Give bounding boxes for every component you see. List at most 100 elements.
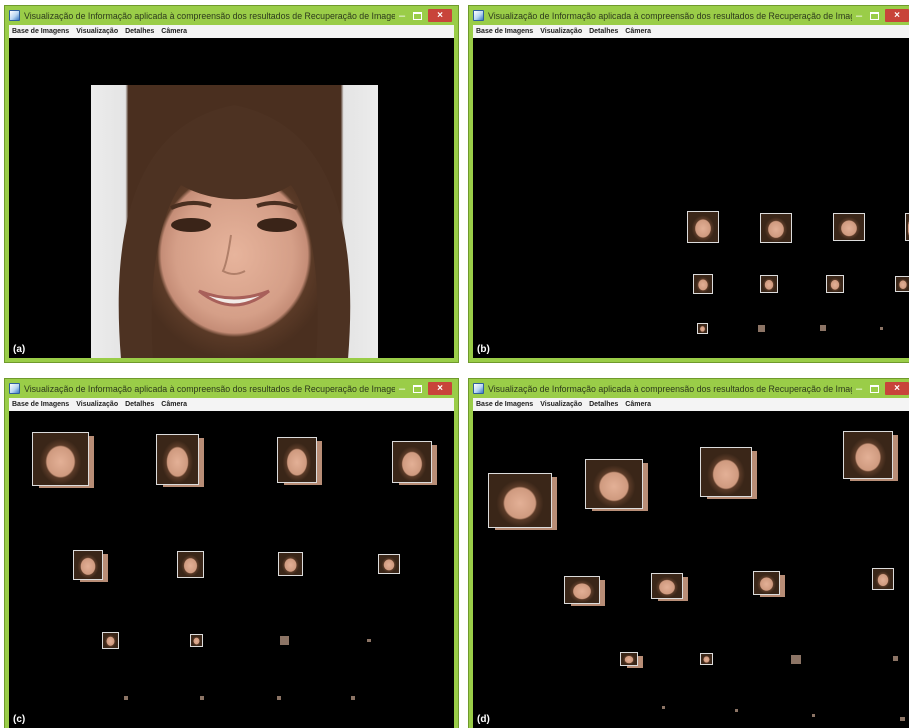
face-thumbnail-icon[interactable] <box>753 571 780 595</box>
window-title: Visualização de Informação aplicada à co… <box>488 10 852 21</box>
app-icon <box>473 383 484 394</box>
app-icon <box>473 10 484 21</box>
close-button[interactable]: × <box>428 9 452 22</box>
window-d: Visualização de Informação aplicada à co… <box>468 378 909 728</box>
menu-camera[interactable]: Câmera <box>625 401 651 408</box>
title-bar[interactable]: Visualização de Informação aplicada à co… <box>469 6 909 25</box>
face-thumbnail-icon[interactable] <box>905 213 909 241</box>
maximize-button[interactable] <box>870 11 879 20</box>
face-thumbnail-icon[interactable] <box>812 714 815 717</box>
face-thumbnail-icon[interactable] <box>880 327 883 330</box>
menu-bar: Base de Imagens Visualização Detalhes Câ… <box>473 398 909 411</box>
menu-base-de-imagens[interactable]: Base de Imagens <box>476 401 533 408</box>
maximize-button[interactable] <box>413 11 422 20</box>
face-thumbnail-icon[interactable] <box>697 323 708 334</box>
menu-detalhes[interactable]: Detalhes <box>589 28 618 35</box>
face-thumbnail-icon[interactable] <box>651 573 683 599</box>
close-button[interactable]: × <box>885 382 909 395</box>
minimize-button[interactable]: – <box>395 383 409 394</box>
face-thumbnail-icon[interactable] <box>190 634 203 647</box>
face-thumbnail-icon[interactable] <box>893 656 898 661</box>
panel-label: (a) <box>13 344 26 355</box>
window-title: Visualização de Informação aplicada à co… <box>24 10 395 21</box>
menu-bar: Base de Imagens Visualização Detalhes Câ… <box>9 398 454 411</box>
face-thumbnail-icon[interactable] <box>758 325 765 332</box>
title-bar[interactable]: Visualização de Informação aplicada à co… <box>5 379 458 398</box>
menu-detalhes[interactable]: Detalhes <box>125 401 154 408</box>
face-thumbnail-icon[interactable] <box>200 696 204 700</box>
face-thumbnail-icon[interactable] <box>277 696 281 700</box>
face-thumbnail-icon[interactable] <box>843 431 893 479</box>
face-thumbnail-icon[interactable] <box>585 459 643 509</box>
face-thumbnail-icon[interactable] <box>833 213 865 241</box>
menu-visualizacao[interactable]: Visualização <box>540 28 582 35</box>
face-thumbnail-icon[interactable] <box>124 696 128 700</box>
face-thumbnail-icon[interactable] <box>693 274 713 294</box>
face-thumbnail-icon[interactable] <box>177 551 204 578</box>
title-bar[interactable]: Visualização de Informação aplicada à co… <box>5 6 458 25</box>
face-thumbnail-icon[interactable] <box>760 213 792 243</box>
menu-detalhes[interactable]: Detalhes <box>589 401 618 408</box>
face-thumbnail-icon[interactable] <box>488 473 552 528</box>
face-thumbnail-icon[interactable] <box>277 437 317 483</box>
panel-label: (d) <box>477 714 490 725</box>
face-thumbnail-icon[interactable] <box>351 696 355 700</box>
face-thumbnail-icon[interactable] <box>73 550 103 580</box>
maximize-button[interactable] <box>413 384 422 393</box>
menu-base-de-imagens[interactable]: Base de Imagens <box>12 401 69 408</box>
close-button[interactable]: × <box>885 9 909 22</box>
visualization-canvas[interactable]: (d) <box>473 411 909 728</box>
face-thumbnail-icon[interactable] <box>791 655 801 664</box>
face-thumbnail-icon[interactable] <box>620 652 638 666</box>
face-thumbnail-icon[interactable] <box>872 568 894 590</box>
minimize-button[interactable]: – <box>852 10 866 21</box>
minimize-button[interactable]: – <box>852 383 866 394</box>
face-thumbnail-icon[interactable] <box>564 576 600 604</box>
minimize-button[interactable]: – <box>395 10 409 21</box>
face-features-icon <box>118 105 351 358</box>
face-thumbnail-icon[interactable] <box>156 434 199 485</box>
menu-visualizacao[interactable]: Visualização <box>76 28 118 35</box>
window-title: Visualização de Informação aplicada à co… <box>24 383 395 394</box>
window-a: Visualização de Informação aplicada à co… <box>4 5 459 363</box>
face-thumbnail-icon[interactable] <box>826 275 844 293</box>
face-thumbnail-icon[interactable] <box>280 636 289 645</box>
face-thumbnail-icon[interactable] <box>895 276 909 292</box>
face-thumbnail-icon[interactable] <box>760 275 778 293</box>
menu-camera[interactable]: Câmera <box>625 28 651 35</box>
face-thumbnail-icon[interactable] <box>278 552 303 576</box>
menu-camera[interactable]: Câmera <box>161 401 187 408</box>
menu-visualizacao[interactable]: Visualização <box>540 401 582 408</box>
menu-camera[interactable]: Câmera <box>161 28 187 35</box>
face-thumbnail-icon[interactable] <box>32 432 89 486</box>
face-thumbnail-icon[interactable] <box>700 447 752 497</box>
face-photo-icon[interactable] <box>91 85 378 358</box>
window-c: Visualização de Informação aplicada à co… <box>4 378 459 728</box>
face-thumbnail-icon[interactable] <box>735 709 738 712</box>
menu-bar: Base de Imagens Visualização Detalhes Câ… <box>473 25 909 38</box>
title-bar[interactable]: Visualização de Informação aplicada à co… <box>469 379 909 398</box>
face-thumbnail-icon[interactable] <box>700 653 713 665</box>
maximize-button[interactable] <box>870 384 879 393</box>
menu-base-de-imagens[interactable]: Base de Imagens <box>12 28 69 35</box>
visualization-canvas[interactable]: (a) <box>9 38 454 358</box>
face-thumbnail-icon[interactable] <box>687 211 719 243</box>
menu-base-de-imagens[interactable]: Base de Imagens <box>476 28 533 35</box>
face-thumbnail-icon[interactable] <box>392 441 432 483</box>
face-thumbnail-icon[interactable] <box>367 639 371 642</box>
app-icon <box>9 383 20 394</box>
menu-detalhes[interactable]: Detalhes <box>125 28 154 35</box>
visualization-canvas[interactable]: (c) <box>9 411 454 728</box>
close-button[interactable]: × <box>428 382 452 395</box>
app-icon <box>9 10 20 21</box>
face-thumbnail-icon[interactable] <box>900 717 905 721</box>
window-title: Visualização de Informação aplicada à co… <box>488 383 852 394</box>
menu-visualizacao[interactable]: Visualização <box>76 401 118 408</box>
face-thumbnail-icon[interactable] <box>378 554 400 574</box>
face-thumbnail-icon[interactable] <box>820 325 826 331</box>
face-thumbnail-icon[interactable] <box>662 706 665 709</box>
visualization-canvas[interactable]: (b) <box>473 38 909 358</box>
panel-label: (b) <box>477 344 490 355</box>
face-thumbnail-icon[interactable] <box>102 632 119 649</box>
panel-label: (c) <box>13 714 26 725</box>
